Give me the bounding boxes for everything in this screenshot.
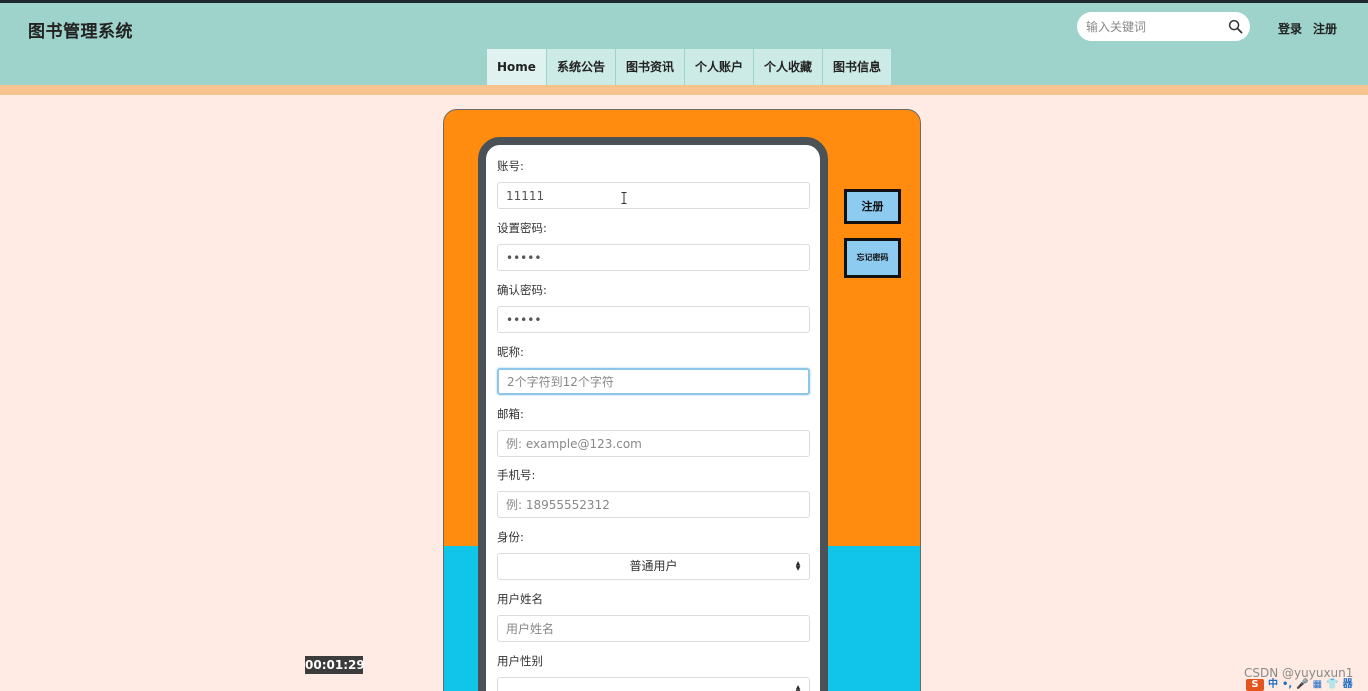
- email-input[interactable]: [497, 430, 810, 457]
- confirm-password-input[interactable]: [497, 306, 810, 333]
- account-field: 账号:: [497, 158, 810, 209]
- select-arrows-icon: ▲▼: [795, 560, 801, 572]
- password-field: 设置密码:: [497, 220, 810, 271]
- nav-item-account[interactable]: 个人账户: [684, 49, 754, 85]
- identity-selected: 普通用户: [629, 559, 678, 573]
- register-link[interactable]: 注册: [1313, 20, 1337, 37]
- login-link[interactable]: 登录: [1278, 20, 1302, 37]
- header-stripe: [0, 85, 1368, 95]
- ime-punctuation-icon[interactable]: •,: [1282, 679, 1292, 691]
- csdn-watermark: CSDN @yuyuxun1: [1244, 666, 1354, 680]
- confirm-password-field: 确认密码:: [497, 282, 810, 333]
- gender-label: 用户性别: [497, 654, 543, 668]
- password-input[interactable]: [497, 244, 810, 271]
- ime-skin-icon[interactable]: 👕: [1326, 679, 1338, 691]
- nickname-field: 昵称:: [497, 344, 810, 395]
- text-cursor-icon: [621, 192, 627, 204]
- register-form: 账号: 设置密码: 确认密码: 昵称: 邮箱: 手机号: 身份: 普通用户 ▲▼…: [478, 137, 828, 691]
- phone-label: 手机号:: [497, 468, 536, 482]
- nav-item-home[interactable]: Home: [487, 49, 547, 85]
- ime-keyboard-icon[interactable]: ▦: [1313, 679, 1322, 691]
- select-arrows-icon: ▲▼: [795, 684, 801, 691]
- nav-item-book-news[interactable]: 图书资讯: [615, 49, 685, 85]
- realname-label: 用户姓名: [497, 592, 543, 606]
- nav-item-favorites[interactable]: 个人收藏: [753, 49, 823, 85]
- nickname-label: 昵称:: [497, 345, 524, 359]
- ime-logo-icon[interactable]: S: [1246, 679, 1264, 691]
- search-box[interactable]: [1077, 12, 1250, 41]
- main-nav: Home 系统公告 图书资讯 个人账户 个人收藏 图书信息: [487, 49, 893, 85]
- realname-input[interactable]: [497, 615, 810, 642]
- gender-select[interactable]: ▲▼: [497, 677, 810, 691]
- gender-field: 用户性别 ▲▼: [497, 653, 810, 691]
- site-title: 图书管理系统: [28, 22, 133, 42]
- account-label: 账号:: [497, 159, 524, 173]
- search-icon[interactable]: [1228, 19, 1243, 34]
- phone-field: 手机号:: [497, 467, 810, 518]
- email-label: 邮箱:: [497, 407, 524, 421]
- realname-field: 用户姓名: [497, 591, 810, 642]
- ime-voice-icon[interactable]: 🎤: [1296, 679, 1308, 691]
- register-button[interactable]: 注册: [844, 189, 901, 224]
- forgot-password-button[interactable]: 忘记密码: [844, 238, 901, 278]
- nickname-input[interactable]: [497, 368, 810, 395]
- nav-item-announcements[interactable]: 系统公告: [546, 49, 616, 85]
- site-header: 图书管理系统 登录 注册 Home 系统公告 图书资讯 个人账户 个人收藏 图书…: [0, 3, 1368, 85]
- confirm-password-label: 确认密码:: [497, 283, 547, 297]
- phone-input[interactable]: [497, 491, 810, 518]
- identity-select[interactable]: 普通用户 ▲ ▼: [497, 553, 810, 580]
- video-timestamp: 00:01:29: [305, 656, 365, 674]
- account-input[interactable]: [497, 182, 810, 209]
- password-label: 设置密码:: [497, 221, 547, 235]
- identity-field: 身份: 普通用户 ▲ ▼: [497, 529, 810, 580]
- email-field: 邮箱:: [497, 406, 810, 457]
- ime-toolbar: S 中 •, 🎤 ▦ 👕 器: [1246, 679, 1353, 691]
- ime-chinese-icon[interactable]: 中: [1268, 679, 1278, 691]
- ime-tools-icon[interactable]: 器: [1343, 679, 1353, 691]
- search-input[interactable]: [1086, 18, 1221, 35]
- identity-label: 身份:: [497, 530, 524, 544]
- nav-item-book-info[interactable]: 图书信息: [823, 49, 893, 85]
